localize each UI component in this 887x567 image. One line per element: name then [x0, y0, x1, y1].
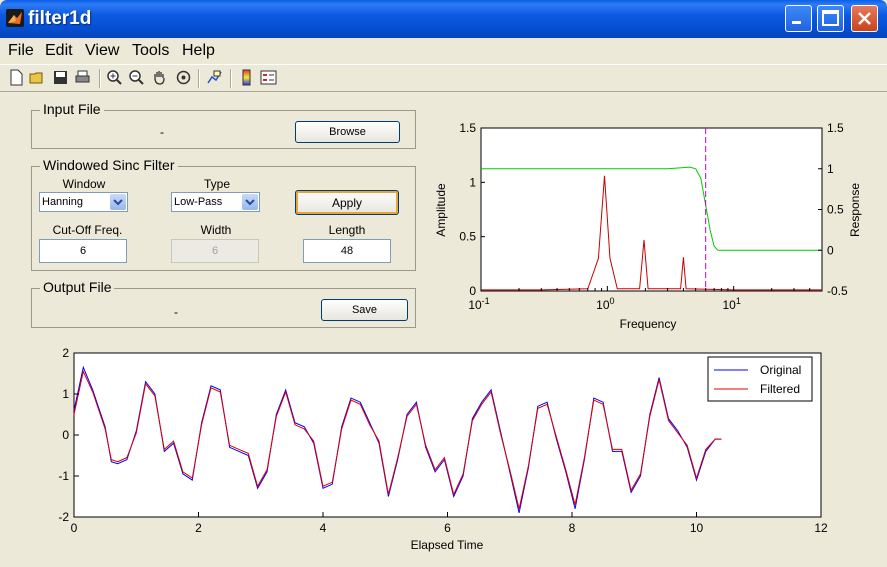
response-ylabel: Response [848, 183, 862, 237]
x-tick-label: 10 [690, 521, 704, 535]
y-tick-label: 0.5 [459, 230, 476, 244]
matlab-logo-icon [6, 9, 24, 27]
window-label: Window [62, 177, 106, 191]
title-bar[interactable]: filter1d [0, 0, 887, 38]
x-tick-label: 8 [569, 521, 576, 535]
time-series-plot[interactable]: 0 2 4 6 8 10 12-2-1012 Original Filtered Elaps… [40, 343, 840, 558]
menu-bar: File Edit View Tools Help [0, 38, 887, 64]
y-tick-label: 1 [469, 175, 476, 189]
y-tick-label: -2 [58, 510, 69, 524]
toolbar-separator [198, 69, 200, 88]
open-file-icon[interactable] [29, 69, 46, 86]
x-tick-label: 12 [814, 521, 828, 535]
maximize-button[interactable] [817, 5, 844, 32]
input-filename: - [160, 125, 164, 139]
x-tick-label: 10-1 [468, 296, 489, 312]
cutoff-label: Cut-Off Freq. [52, 223, 123, 237]
save-button[interactable]: Save [321, 299, 408, 321]
apply-button[interactable]: Apply [295, 190, 399, 215]
browse-button[interactable]: Browse [295, 121, 400, 143]
type-label: Type [203, 177, 230, 191]
x-tick-label: 100 [596, 296, 614, 312]
length-input[interactable]: 48 [303, 239, 391, 263]
y-tick-label: 0 [62, 428, 69, 442]
zoom-out-icon[interactable] [128, 69, 145, 86]
y2-tick-label: 0 [827, 243, 834, 257]
y-tick-label: 0 [469, 284, 476, 298]
y2-tick-label: -0.5 [827, 284, 848, 298]
minimize-button[interactable] [785, 5, 812, 32]
menu-help[interactable]: Help [182, 42, 215, 60]
window-title: filter1d [28, 8, 92, 29]
zoom-in-icon[interactable] [106, 69, 123, 86]
y-tick-label: 1 [62, 387, 69, 401]
output-file-group: Output File - Save [31, 279, 416, 328]
frequency-xlabel: Frequency [620, 317, 677, 331]
chevron-down-icon[interactable] [242, 194, 258, 210]
x-tick-label: 0 [71, 521, 78, 535]
type-select[interactable]: Low-Pass [171, 192, 260, 212]
output-filename: - [174, 305, 178, 319]
data-cursor-icon[interactable] [206, 69, 223, 86]
app-window: filter1d File Edit View Tools Help Input… [0, 0, 887, 567]
type-select-value: Low-Pass [174, 196, 223, 208]
pan-icon[interactable] [151, 69, 168, 86]
menu-file[interactable]: File [8, 42, 34, 60]
frequency-plot-area[interactable] [480, 127, 823, 292]
save-icon[interactable] [52, 69, 69, 86]
input-file-group: Input File - Browse [31, 101, 416, 149]
legend[interactable]: Original Filtered [707, 356, 813, 402]
rotate-icon[interactable] [175, 69, 192, 86]
y2-tick-label: 1.5 [827, 121, 844, 135]
x-tick-label: 101 [723, 296, 741, 312]
y2-tick-label: 0.5 [827, 203, 844, 217]
y-tick-label: 2 [62, 346, 69, 360]
menu-view[interactable]: View [85, 42, 119, 60]
width-label: Width [200, 223, 232, 237]
filter-group: Windowed Sinc Filter Window Hanning Type… [31, 157, 416, 271]
menu-edit[interactable]: Edit [45, 42, 73, 60]
x-tick-label: 4 [320, 521, 327, 535]
chevron-down-icon[interactable] [110, 194, 126, 210]
time-xlabel: Elapsed Time [411, 538, 484, 552]
window-select-value: Hanning [42, 196, 83, 208]
toolbar-separator [230, 69, 232, 88]
y-tick-label: 1.5 [459, 121, 476, 135]
colorbar-icon[interactable] [238, 69, 255, 86]
legend-original-label: Original [760, 363, 801, 377]
y-tick-label: -1 [58, 469, 69, 483]
legend-filtered-label: Filtered [760, 382, 800, 396]
x-tick-label: 2 [195, 521, 202, 535]
output-file-title: Output File [40, 279, 115, 295]
width-input: 6 [171, 239, 259, 263]
x-tick-label: 6 [444, 521, 451, 535]
new-file-icon[interactable] [8, 69, 25, 86]
input-file-title: Input File [40, 101, 104, 117]
window-select[interactable]: Hanning [39, 192, 128, 212]
toolbar-separator [99, 69, 101, 88]
amplitude-ylabel: Amplitude [434, 183, 448, 237]
toolbar [0, 64, 887, 92]
frequency-response-plot[interactable]: 0 0.5 1 1.5 -0.5 0 0.5 1 1.5 10-1 100 101 Frequency… [428, 112, 868, 337]
cutoff-freq-input[interactable]: 6 [39, 239, 127, 263]
close-button[interactable] [851, 5, 878, 32]
legend-icon[interactable] [260, 69, 277, 86]
y2-tick-label: 1 [827, 162, 834, 176]
menu-tools[interactable]: Tools [132, 42, 169, 60]
length-label: Length [328, 223, 366, 237]
print-icon[interactable] [74, 69, 91, 86]
filter-title: Windowed Sinc Filter [40, 157, 178, 173]
